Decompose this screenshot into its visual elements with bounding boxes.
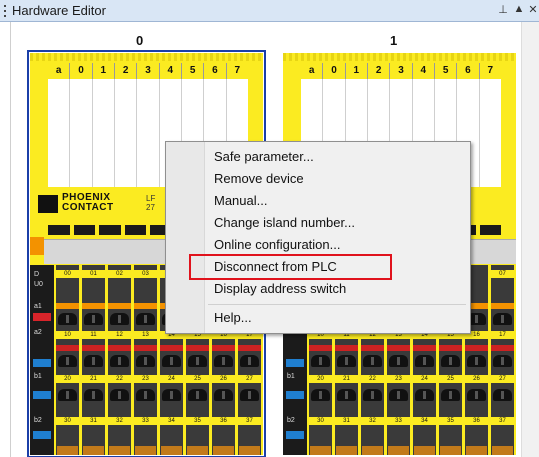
menu-item-online-configuration[interactable]: Online configuration... [214,235,340,255]
context-menu: Safe parameter... Remove device Manual..… [165,141,471,334]
menu-item-remove-device[interactable]: Remove device [214,169,304,189]
grip-icon [4,5,7,17]
menu-item-help[interactable]: Help... [214,308,252,328]
phoenix-contact-logo: PHOENIX CONTACT LF 27 [38,193,168,215]
close-icon[interactable]: ✕ [526,3,539,16]
menu-icon-column [166,142,205,333]
channel-header: a01 234 567 [301,63,501,79]
channel-header: a01 234 567 [48,63,248,79]
scroll-up-icon[interactable]: ▲ [512,3,526,15]
vertical-scrollbar[interactable] [521,22,539,457]
menu-item-change-island-number[interactable]: Change island number... [214,213,355,233]
menu-item-display-address-switch[interactable]: Display address switch [214,279,346,299]
menu-item-safe-parameter[interactable]: Safe parameter... [214,147,314,167]
pin-icon[interactable]: ⊥ [496,3,510,16]
menu-item-manual[interactable]: Manual... [214,191,267,211]
menu-separator [208,304,466,305]
canvas-edge [10,22,11,457]
highlight-annotation [189,254,392,280]
panel-title-bar: Hardware Editor ⊥ ▲ ✕ [0,0,539,22]
slot-number-0: 0 [136,33,144,48]
slot-number-1: 1 [390,33,398,48]
side-status-leds: D U0 a1 a2 b1 b2 [30,265,54,455]
panel-title: Hardware Editor [12,3,106,18]
